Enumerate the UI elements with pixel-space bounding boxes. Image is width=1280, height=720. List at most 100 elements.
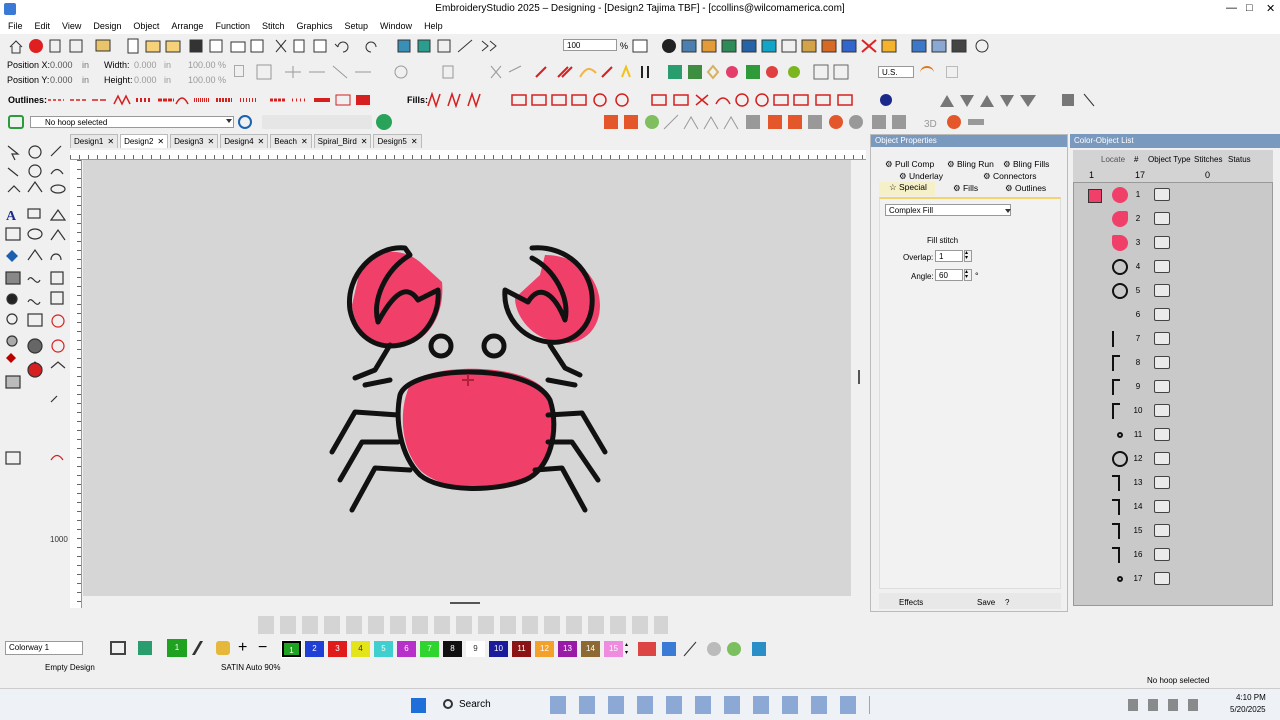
op-tab-outlines[interactable]: ⚙ Outlines — [1005, 183, 1046, 194]
palette-tools-icons[interactable] — [636, 640, 770, 658]
palette-swatch-3[interactable]: 3 — [328, 641, 347, 657]
header-locate[interactable]: Locate — [1101, 155, 1125, 164]
palette-swatch-8[interactable]: 8 — [443, 641, 462, 657]
paint-icon[interactable] — [216, 641, 230, 655]
header-number[interactable]: # — [1134, 155, 1138, 164]
lock-icon[interactable] — [234, 65, 244, 77]
object-visibility-icon[interactable] — [1154, 572, 1170, 585]
angle-field[interactable]: 60 — [935, 269, 963, 281]
op-tab-underlay[interactable]: ⚙ Underlay — [899, 171, 943, 182]
list-item[interactable]: 13 — [1074, 472, 1274, 494]
outline-stitch-icons[interactable] — [44, 92, 394, 108]
header-stitches[interactable]: Stitches — [1194, 155, 1222, 164]
view-toolbar-icons[interactable] — [630, 37, 1000, 55]
shape-toolbar-icons[interactable]: 3D — [602, 113, 994, 133]
help-button[interactable]: ? — [1005, 598, 1009, 607]
taskbar-search[interactable]: Search — [459, 699, 491, 710]
units-select[interactable]: U.S. — [878, 66, 914, 78]
palette-swatch-15[interactable]: 15 — [604, 641, 623, 657]
menu-setup[interactable]: Setup — [345, 18, 369, 34]
hoop-dropdown-arrow-icon[interactable] — [226, 119, 232, 123]
list-item[interactable]: 9 — [1074, 376, 1274, 398]
tab-design1[interactable]: Design1 ✕ — [70, 134, 119, 148]
palette-swatch-14[interactable]: 14 — [581, 641, 600, 657]
width-value[interactable]: 0.000 — [134, 60, 157, 70]
close-tab-icon[interactable]: ✕ — [301, 135, 308, 148]
object-visibility-icon[interactable] — [1154, 188, 1170, 201]
list-item[interactable]: 7 — [1074, 328, 1274, 350]
palette-swatch-4[interactable]: 4 — [351, 641, 370, 657]
menu-help[interactable]: Help — [424, 18, 443, 34]
object-visibility-icon[interactable] — [1154, 428, 1170, 441]
tab-design2[interactable]: Design2 ✕ — [120, 134, 169, 148]
remove-color-icon[interactable]: − — [258, 640, 267, 656]
object-visibility-icon[interactable] — [1154, 380, 1170, 393]
menu-file[interactable]: File — [8, 18, 23, 34]
hoop-toggle-icon[interactable] — [8, 115, 24, 129]
list-item[interactable]: 12 — [1074, 448, 1274, 470]
list-item[interactable]: 4 — [1074, 256, 1274, 278]
palette-swatch-12[interactable]: 12 — [535, 641, 554, 657]
fill-type-select[interactable]: Complex Fill — [885, 204, 1011, 216]
colorway-select[interactable]: Colorway 1 — [5, 641, 83, 655]
object-visibility-icon[interactable] — [1154, 212, 1170, 225]
list-item[interactable]: 2 — [1074, 208, 1274, 230]
menu-window[interactable]: Window — [380, 18, 412, 34]
zoom-field[interactable]: 100 — [563, 39, 617, 51]
header-object-type[interactable]: Object Type — [1148, 155, 1191, 164]
op-tab-pull-comp[interactable]: ⚙ Pull Comp — [885, 159, 934, 170]
menu-function[interactable]: Function — [215, 18, 250, 34]
add-color-icon[interactable]: + — [238, 640, 247, 656]
object-visibility-icon[interactable] — [1154, 260, 1170, 273]
tab-beach[interactable]: Beach ✕ — [270, 134, 312, 148]
height-percent[interactable]: 100.00 — [188, 75, 216, 85]
list-item[interactable]: 15 — [1074, 520, 1274, 542]
close-button[interactable]: ✕ — [1266, 2, 1275, 15]
list-item[interactable]: 6 — [1074, 304, 1274, 326]
op-tab-special[interactable]: ☆ Special — [879, 182, 935, 196]
height-value[interactable]: 0.000 — [134, 75, 157, 85]
close-tab-icon[interactable]: ✕ — [411, 135, 418, 148]
tab-design4[interactable]: Design4 ✕ — [220, 134, 269, 148]
hoop-tools-icon[interactable] — [262, 115, 372, 129]
maximize-button[interactable]: □ — [1246, 2, 1253, 14]
palette-swatch-11[interactable]: 11 — [512, 641, 531, 657]
menu-graphics[interactable]: Graphics — [297, 18, 333, 34]
left-toolbox[interactable]: A 1000 — [2, 140, 68, 616]
object-visibility-icon[interactable] — [1154, 476, 1170, 489]
overlap-spinner-icon[interactable]: ▴ ▾ — [964, 250, 972, 262]
sync-icon[interactable] — [376, 114, 392, 130]
palette-swatch-13[interactable]: 13 — [558, 641, 577, 657]
object-visibility-icon[interactable] — [1154, 332, 1170, 345]
start-icon[interactable] — [411, 698, 426, 713]
standard-toolbar-icons[interactable] — [6, 37, 566, 55]
design-canvas[interactable] — [83, 160, 851, 596]
palette-swatch-9[interactable]: 9 — [466, 641, 485, 657]
op-tab-bling-run[interactable]: ⚙ Bling Run — [947, 159, 994, 170]
op-tab-connectors[interactable]: ⚙ Connectors — [983, 171, 1036, 182]
op-tab-fills[interactable]: ⚙ Fills — [953, 183, 978, 194]
current-color-swatch[interactable]: 1 — [167, 639, 187, 657]
close-tab-icon[interactable]: ✕ — [207, 135, 214, 148]
object-visibility-icon[interactable] — [1154, 236, 1170, 249]
fill-type-dropdown-icon[interactable] — [1005, 209, 1011, 213]
measure-curve-icon[interactable] — [920, 66, 934, 78]
object-visibility-icon[interactable] — [1154, 524, 1170, 537]
object-visibility-icon[interactable] — [1154, 404, 1170, 417]
save-button[interactable]: Save — [977, 598, 995, 607]
list-item[interactable]: 10 — [1074, 400, 1274, 422]
crab-design[interactable] — [83, 160, 851, 596]
taskbar-search-icon[interactable] — [443, 699, 453, 709]
system-tray-icons[interactable] — [1128, 699, 1204, 711]
effects-button[interactable]: Effects — [899, 598, 923, 607]
position-x-value[interactable]: 0.000 — [50, 60, 73, 70]
hoop-settings-icon[interactable] — [238, 115, 252, 129]
list-item[interactable]: 1 — [1074, 184, 1274, 206]
tab-design5[interactable]: Design5 ✕ — [373, 134, 422, 148]
menu-edit[interactable]: Edit — [35, 18, 51, 34]
palette-swatch-6[interactable]: 6 — [397, 641, 416, 657]
angle-spinner-icon[interactable]: ▴ ▾ — [964, 269, 972, 281]
palette-swatch-7[interactable]: 7 — [420, 641, 439, 657]
object-visibility-icon[interactable] — [1154, 308, 1170, 321]
object-visibility-icon[interactable] — [1154, 356, 1170, 369]
